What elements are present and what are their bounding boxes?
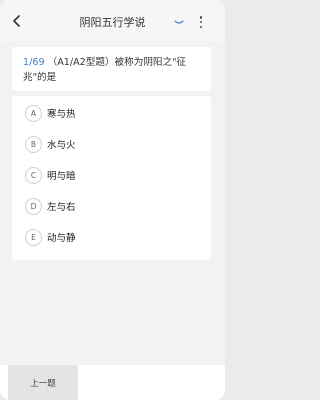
option-e[interactable]: E 动与静 (12, 223, 211, 251)
bottom-bar: 上一题 (0, 365, 225, 400)
option-c[interactable]: C 明与暗 (12, 161, 211, 189)
page-title: 阴阳五行学说 (79, 16, 146, 29)
wave-icon[interactable] (174, 19, 184, 25)
more-dot-icon (199, 16, 203, 19)
options-list: A 寒与热 B 水与火 C 明与暗 D 左与右 E 动与静 (12, 96, 211, 260)
question-counter: 1/69 (23, 57, 45, 68)
option-text: 明与暗 (47, 171, 76, 182)
option-text: 动与静 (47, 233, 76, 244)
option-letter: A (25, 104, 42, 122)
option-letter: B (25, 135, 42, 153)
option-d[interactable]: D 左与右 (12, 192, 211, 220)
top-bar: 阴阳五行学说 (0, 0, 225, 42)
more-menu-button[interactable] (197, 15, 205, 29)
question-card: 1/69 （A1/A2型题）被称为阴阳之"征兆"的是 (12, 47, 211, 91)
option-letter: C (25, 166, 42, 184)
quiz-screen: 阴阳五行学说 1/69 （A1/A2型题）被称为阴阳之"征兆"的是 A 寒与热 … (0, 0, 225, 400)
more-dot-icon (199, 20, 203, 24)
option-a[interactable]: A 寒与热 (12, 99, 211, 127)
more-dot-icon (199, 25, 203, 28)
previous-question-button[interactable]: 上一题 (8, 365, 78, 400)
option-letter: D (25, 197, 42, 215)
option-text: 水与火 (47, 140, 76, 151)
option-b[interactable]: B 水与火 (12, 130, 211, 158)
question-text: （A1/A2型题）被称为阴阳之"征兆"的是 (23, 57, 187, 83)
option-text: 寒与热 (47, 109, 76, 120)
option-letter: E (25, 228, 42, 246)
option-text: 左与右 (47, 202, 76, 213)
